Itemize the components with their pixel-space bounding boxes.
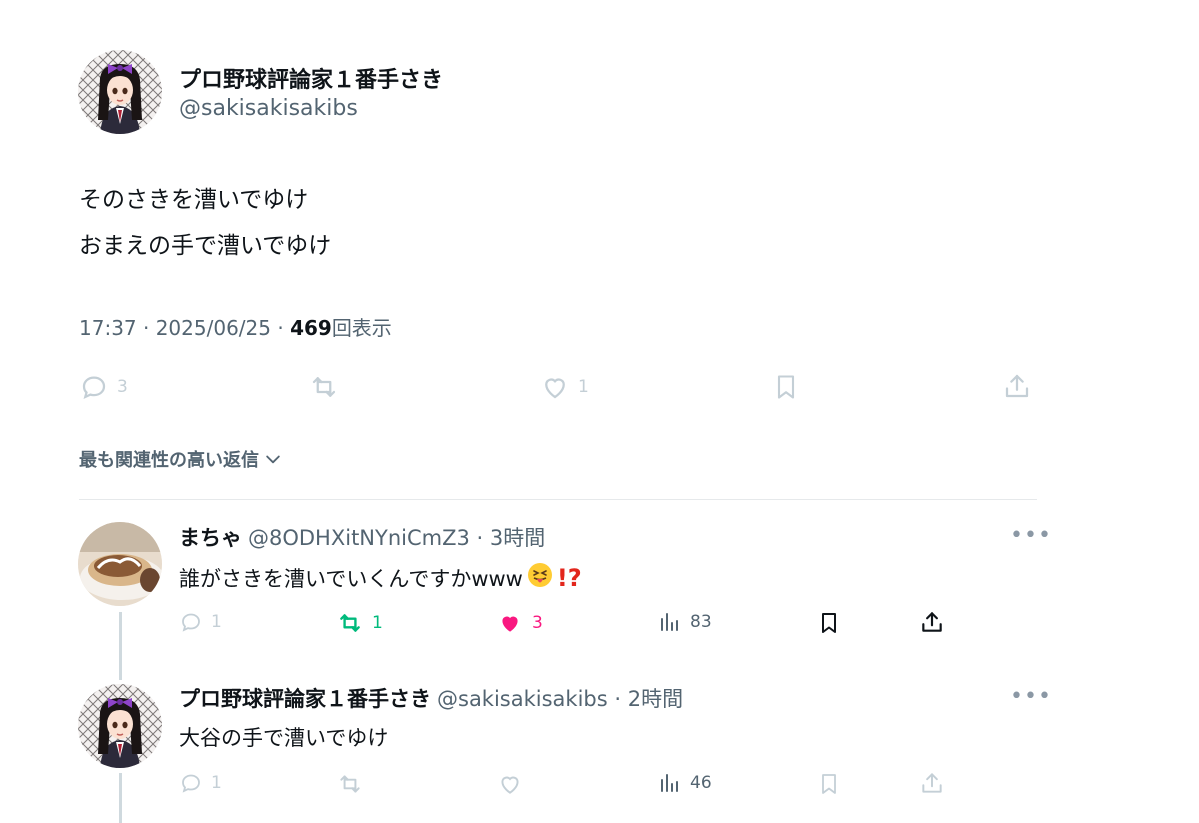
- tweet-text-line-1: そのさきを漕いでゆけ: [79, 187, 309, 213]
- reply-1-reply-button[interactable]: 1: [179, 610, 222, 634]
- retweet-icon: [340, 614, 360, 632]
- tweet-meta: 17:37 · 2025/06/25 · 469回表示: [79, 312, 392, 341]
- reply-1-views-button[interactable]: 83: [658, 610, 712, 634]
- exclamation-question-icon: !?: [556, 563, 582, 592]
- views-count: 469: [290, 316, 332, 340]
- tweet-text-line-2: おまえの手で漕いでゆけ: [79, 233, 332, 259]
- reply-text: 大谷の手で漕いでゆけ: [179, 722, 388, 752]
- share-button[interactable]: [1002, 370, 1032, 402]
- bookmark-button[interactable]: [772, 372, 800, 402]
- reply-icon: [182, 613, 200, 632]
- reply-icon: [182, 774, 200, 793]
- reply-avatar[interactable]: [78, 522, 162, 606]
- reply-2-share-button[interactable]: [919, 769, 945, 797]
- reply-count: 1: [211, 612, 222, 632]
- reply-2-reply-button[interactable]: 1: [179, 771, 222, 795]
- views-count: 46: [690, 773, 712, 793]
- more-icon[interactable]: •••: [1010, 523, 1052, 548]
- reply-icon: [82, 376, 106, 400]
- reply-author-name[interactable]: プロ野球評論家１番手さき: [179, 683, 431, 713]
- reply-2-retweet-button[interactable]: [336, 771, 364, 797]
- reply-count: 1: [211, 773, 222, 793]
- chevron-down-icon: [266, 455, 280, 464]
- like-icon: [545, 378, 565, 399]
- reply-author-meta[interactable]: @8ODHXitNYniCmZ3 · 3時間: [248, 522, 545, 552]
- author-avatar[interactable]: [78, 50, 162, 134]
- retweet-icon: [312, 377, 336, 397]
- reply-author-name[interactable]: まちゃ: [179, 522, 242, 552]
- reply-avatar[interactable]: [78, 684, 162, 768]
- reply-1-retweet-button[interactable]: 1: [336, 610, 383, 636]
- bookmark-icon: [777, 375, 795, 399]
- retweet-count: 1: [372, 613, 383, 633]
- reply-button[interactable]: 3: [79, 372, 128, 402]
- reply-text-content: 誰がさきを漕いでいくんですかwww: [179, 566, 523, 591]
- share-icon: [922, 773, 942, 793]
- views-count: 83: [690, 612, 712, 632]
- bookmark-icon: [822, 613, 836, 633]
- like-icon: [502, 616, 518, 632]
- views-icon: [661, 774, 678, 792]
- retweet-button[interactable]: [308, 372, 348, 402]
- reply-header: まちゃ @8ODHXitNYniCmZ3 · 3時間: [179, 522, 545, 552]
- thread-line: [119, 773, 122, 823]
- like-icon: [501, 776, 519, 794]
- reply-sort-selector[interactable]: 最も関連性の高い返信: [79, 446, 283, 472]
- divider: [79, 499, 1037, 500]
- reply-2-views-button[interactable]: 46: [658, 771, 712, 795]
- author-handle[interactable]: @sakisakisakibs: [179, 96, 358, 121]
- reply-text: 誰がさきを漕いでいくんですかwww !?: [179, 562, 582, 593]
- share-icon: [922, 612, 942, 632]
- views-icon: [661, 613, 678, 631]
- bookmark-icon: [822, 774, 836, 794]
- reply-count: 3: [117, 377, 128, 397]
- reply-sort-label: 最も関連性の高い返信: [79, 450, 259, 471]
- like-count: 1: [578, 377, 589, 397]
- reply-author-meta[interactable]: @sakisakisakibs · 2時間: [437, 683, 683, 713]
- tweet-timestamp[interactable]: 17:37 · 2025/06/25 ·: [79, 316, 290, 340]
- like-button[interactable]: 1: [540, 372, 589, 402]
- reply-2-like-button[interactable]: [496, 771, 524, 797]
- squint-tongue-emoji-icon: [527, 562, 553, 593]
- reply-1-bookmark-button[interactable]: [817, 609, 841, 637]
- reply-header: プロ野球評論家１番手さき @sakisakisakibs · 2時間: [179, 683, 683, 713]
- more-icon[interactable]: •••: [1010, 684, 1052, 709]
- share-icon: [1005, 374, 1029, 398]
- like-count: 3: [532, 613, 543, 633]
- retweet-icon: [340, 775, 360, 793]
- views-label: 回表示: [331, 316, 392, 340]
- reply-1-like-button[interactable]: 3: [496, 610, 543, 636]
- author-name[interactable]: プロ野球評論家１番手さき: [179, 62, 443, 94]
- reply-1-share-button[interactable]: [919, 608, 945, 636]
- thread-line: [119, 612, 122, 680]
- reply-text-content: 大谷の手で漕いでゆけ: [179, 726, 389, 750]
- reply-2-bookmark-button[interactable]: [817, 770, 841, 798]
